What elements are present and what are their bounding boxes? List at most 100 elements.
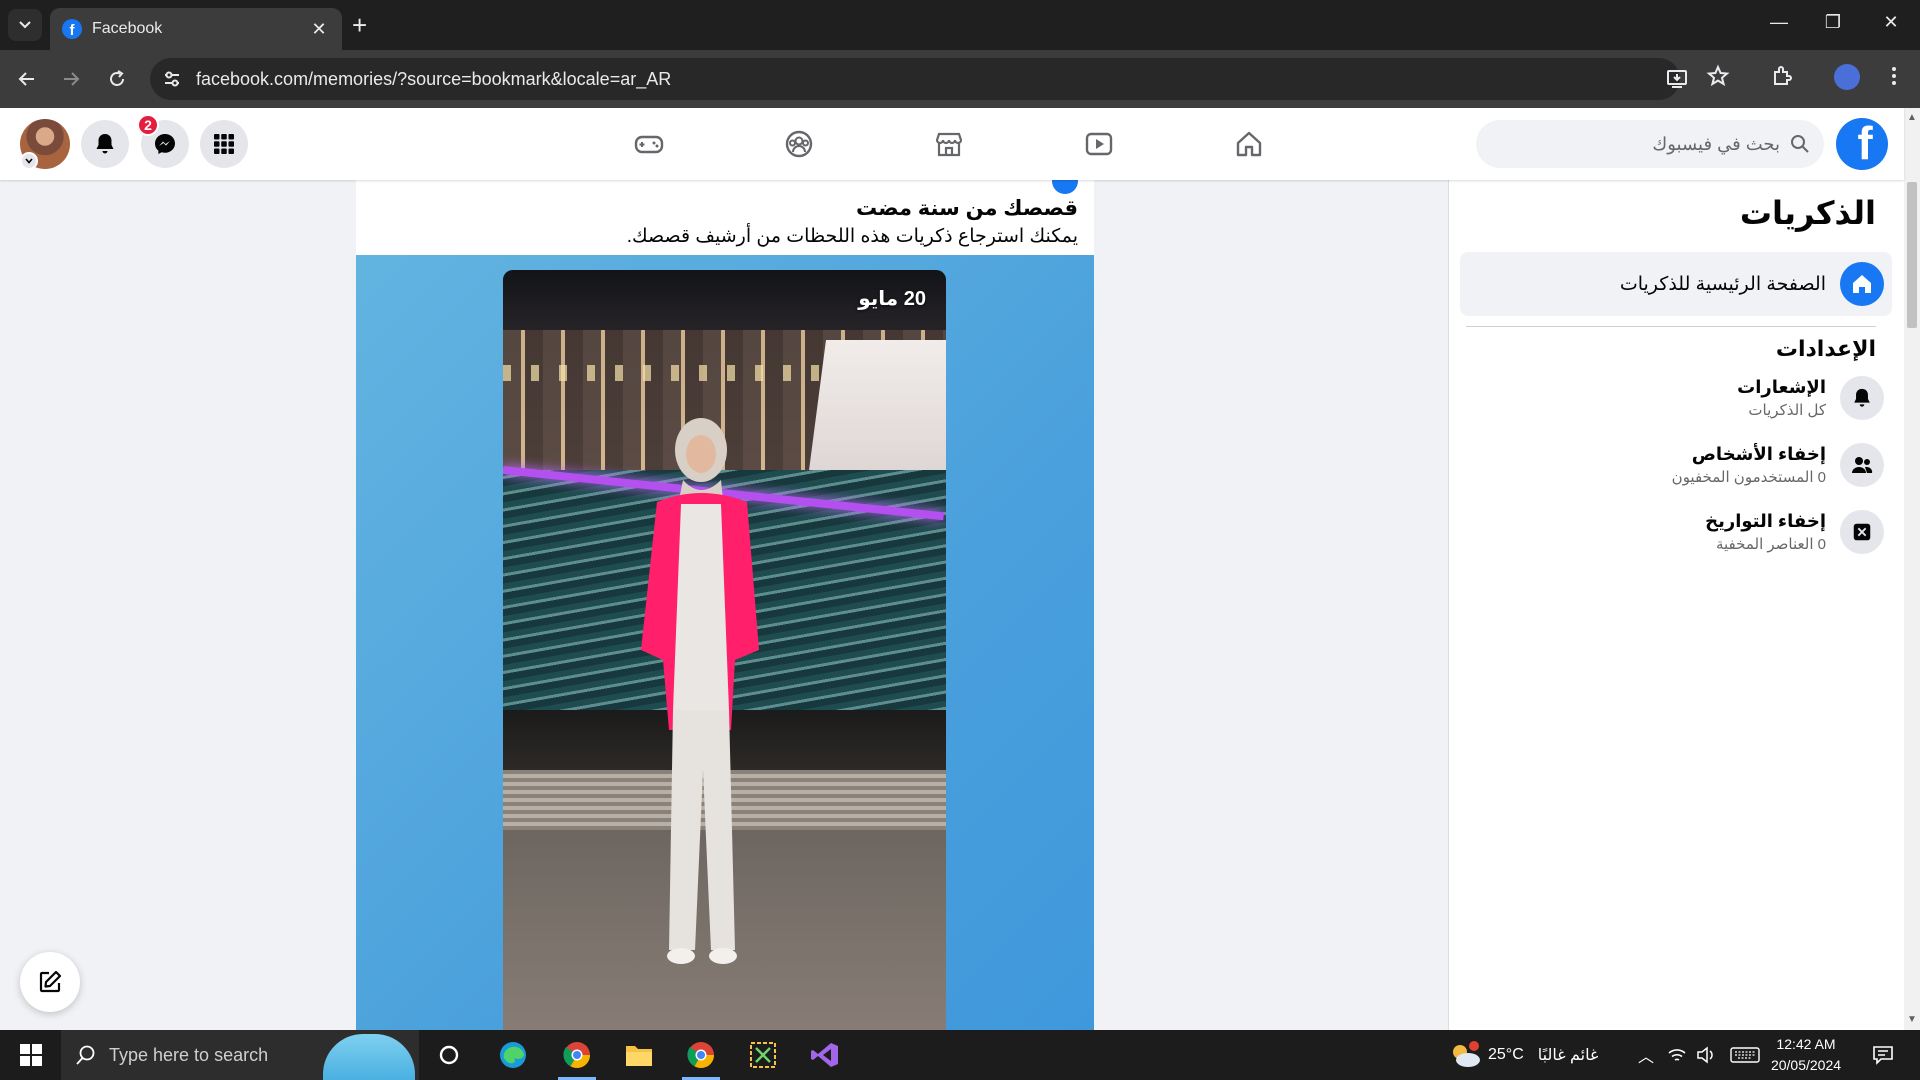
bell-icon — [1840, 376, 1884, 420]
gaming-icon — [634, 135, 664, 154]
new-tab-button[interactable]: + — [352, 12, 367, 38]
taskbar-search-placeholder: Type here to search — [109, 1044, 269, 1065]
restore-button[interactable]: ❐ — [1806, 12, 1860, 33]
nav-home[interactable] — [1194, 120, 1304, 168]
messenger-button[interactable]: 2 — [137, 114, 189, 168]
tab-close-icon[interactable]: ✕ — [308, 19, 330, 40]
chrome-icon — [687, 1042, 715, 1069]
task-view-icon — [439, 1045, 459, 1065]
search-input[interactable] — [1510, 133, 1780, 155]
account-caret-icon[interactable] — [20, 152, 38, 170]
arrow-left-icon — [18, 72, 34, 86]
story-photo[interactable]: 20 مايو — [503, 270, 946, 1030]
edge-icon — [500, 1042, 526, 1068]
search-icon — [76, 1045, 95, 1065]
nav-groups[interactable] — [744, 120, 854, 168]
memories-sidebar: الذكريات الصفحة الرئيسية للذكريات الإعدا… — [1448, 180, 1904, 1030]
task-view-button[interactable] — [422, 1035, 476, 1075]
url-text: facebook.com/memories/?source=bookmark&l… — [196, 69, 672, 89]
sidebar-item-sublabel: 0 المستخدمون المخفيون — [1671, 469, 1826, 486]
sidebar-item-notifications[interactable]: الإشعارات كل الذكريات — [1464, 368, 1884, 428]
address-bar[interactable]: facebook.com/memories/?source=bookmark&l… — [150, 58, 1687, 100]
sidebar-item-label: إخفاء الأشخاص — [1691, 444, 1826, 464]
browser-toolbar: facebook.com/memories/?source=bookmark&l… — [0, 50, 1920, 108]
video-icon — [1085, 132, 1113, 156]
taskbar-visual-studio[interactable] — [798, 1035, 852, 1075]
more-menu-icon — [1892, 67, 1896, 85]
story-background: 20 مايو — [356, 255, 1094, 1030]
taskbar-edge[interactable] — [486, 1035, 540, 1075]
system-tray: ︿ — [1638, 1030, 1760, 1080]
memory-card-header: قصصك من سنة مضت يمكنك استرجاع ذكريات هذه… — [356, 180, 1094, 256]
tray-chevron-icon[interactable]: ︿ — [1638, 1043, 1654, 1067]
browser-tab-strip: f Facebook ✕ + — ❐ ✕ — [0, 0, 1920, 50]
site-settings-icon — [165, 71, 179, 87]
facebook-search[interactable] — [1476, 120, 1824, 168]
install-app-icon — [1667, 70, 1687, 88]
nav-gaming[interactable] — [594, 120, 704, 168]
minimize-button[interactable]: — — [1752, 12, 1806, 33]
scrollbar-thumb[interactable] — [1907, 182, 1917, 328]
clock-time: 12:42 AM — [1776, 1036, 1836, 1052]
grid-menu-icon — [214, 134, 234, 154]
sidebar-item-label: الإشعارات — [1737, 377, 1826, 397]
marketplace-icon — [935, 132, 963, 157]
messenger-icon — [155, 134, 175, 154]
story-date: 20 مايو — [858, 288, 926, 310]
visual-studio-icon — [811, 1043, 838, 1067]
extensions-icon — [1774, 66, 1792, 85]
memories-home-label: الصفحة الرئيسية للذكريات — [1619, 273, 1826, 295]
reload-icon — [110, 70, 124, 86]
groups-icon — [785, 130, 813, 158]
facebook-logo-icon[interactable]: f — [1836, 118, 1888, 170]
memories-home-link[interactable]: الصفحة الرئيسية للذكريات — [1460, 252, 1892, 316]
memory-card: قصصك من سنة مضت يمكنك استرجاع ذكريات هذه… — [356, 180, 1094, 1030]
snipping-icon — [750, 1042, 776, 1068]
bell-icon — [96, 134, 114, 154]
compose-icon — [39, 970, 62, 993]
sidebar-divider — [1466, 326, 1876, 327]
back-button[interactable] — [12, 64, 42, 94]
close-window-button[interactable]: ✕ — [1864, 12, 1918, 33]
profile-avatar-icon[interactable] — [1834, 64, 1860, 90]
notifications-center-button[interactable] — [1856, 1035, 1910, 1075]
action-center-icon — [1873, 1046, 1893, 1065]
scroll-up-icon[interactable]: ▲ — [1907, 112, 1917, 123]
menu-button[interactable] — [200, 120, 248, 168]
taskbar-chrome[interactable] — [674, 1035, 728, 1080]
weather-temperature: 25°C — [1488, 1046, 1524, 1063]
weather-widget[interactable]: 25°C غائم غالبًا — [1448, 1030, 1598, 1080]
taskbar-search[interactable]: Type here to search — [61, 1030, 419, 1080]
windows-logo-icon — [20, 1044, 42, 1066]
nav-marketplace[interactable] — [894, 120, 1004, 168]
forward-button[interactable] — [56, 64, 86, 94]
search-highlight-illustration — [323, 1034, 415, 1080]
reload-button[interactable] — [102, 64, 132, 94]
browser-tab[interactable]: f Facebook ✕ — [50, 8, 342, 50]
facebook-mini-icon — [1052, 180, 1078, 194]
volume-icon — [1697, 1046, 1713, 1064]
sidebar-item-hide-dates[interactable]: إخفاء التواريخ 0 العناصر المخفية — [1464, 502, 1884, 562]
taskbar-snipping-tool[interactable] — [736, 1035, 790, 1075]
new-message-button[interactable] — [20, 952, 80, 1012]
nav-watch[interactable] — [1044, 120, 1154, 168]
notifications-button[interactable] — [81, 120, 129, 168]
sidebar-item-sublabel: كل الذكريات — [1748, 402, 1826, 419]
clock-date: 20/05/2024 — [1770, 1057, 1842, 1073]
folder-icon — [626, 1046, 652, 1066]
settings-heading: الإعدادات — [1775, 336, 1876, 361]
sidebar-item-hide-people[interactable]: إخفاء الأشخاص 0 المستخدمون المخفيون — [1464, 435, 1884, 495]
tab-search-button[interactable] — [8, 9, 42, 41]
home-icon — [1840, 262, 1884, 306]
page-scrollbar[interactable]: ▲ ▼ — [1904, 108, 1920, 1030]
taskbar-clock[interactable]: 12:42 AM 20/05/2024 — [1756, 1034, 1856, 1076]
memory-card-subtitle: يمكنك استرجاع ذكريات هذه اللحظات من أرشي… — [626, 226, 1078, 247]
taskbar-chrome-profile[interactable] — [550, 1035, 604, 1080]
people-icon — [1840, 443, 1884, 487]
bookmark-star-icon — [1706, 64, 1730, 87]
scroll-down-icon[interactable]: ▼ — [1907, 1014, 1917, 1025]
taskbar-file-explorer[interactable] — [612, 1035, 666, 1075]
facebook-header: f 2 — [0, 108, 1904, 180]
calendar-x-icon — [1840, 510, 1884, 554]
start-button[interactable] — [4, 1035, 58, 1075]
